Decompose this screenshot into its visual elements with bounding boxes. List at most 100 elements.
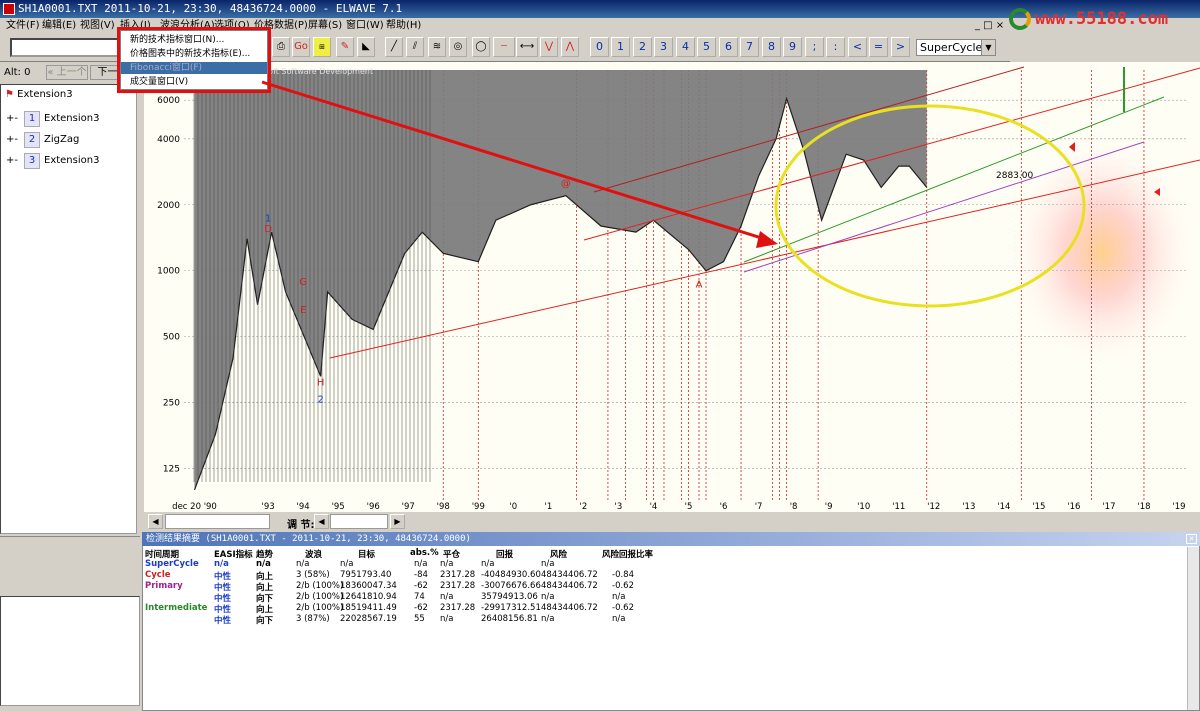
greater-than-button[interactable]: >: [891, 37, 910, 57]
table-cell-risk: 48434406.72: [541, 603, 598, 613]
col-header-ratio: 风险回报比率: [602, 550, 654, 560]
expand-icon[interactable]: +-: [6, 155, 18, 166]
time-tick-label: '19: [1172, 502, 1185, 512]
adjust-right-icon[interactable]: ▶: [390, 514, 405, 529]
wave-degree-4[interactable]: 4: [676, 37, 695, 57]
menu-window[interactable]: 窗口(W): [342, 18, 388, 34]
line-tool-icon[interactable]: ╱: [385, 37, 403, 57]
table-cell-risk: 48434406.72: [541, 581, 598, 591]
wave-degree-7[interactable]: 7: [740, 37, 759, 57]
colon-button[interactable]: :: [826, 37, 845, 57]
menu-item-new-indicator-window[interactable]: 新的技术指标窗口(N)...: [121, 34, 267, 46]
menu-screen[interactable]: 屏幕(S): [304, 18, 346, 34]
wave-degree-2[interactable]: 2: [633, 37, 652, 57]
semicolon-button[interactable]: ;: [805, 37, 824, 57]
wave-degree-5[interactable]: 5: [697, 37, 716, 57]
table-cell-target: 22028567.19: [340, 614, 397, 624]
menu-item-fibonacci-window[interactable]: Fibonacci窗口(F): [121, 62, 267, 74]
site-logo: www.55188.com: [1007, 5, 1197, 33]
table-cell-abs: -62: [414, 603, 428, 613]
less-than-button[interactable]: <: [848, 37, 867, 57]
ruler-icon[interactable]: ◣: [357, 37, 375, 57]
table-cell-close: 2317.28: [440, 603, 476, 613]
measure-icon[interactable]: ⟷: [516, 37, 538, 57]
parallel-lines-icon[interactable]: ⫽: [406, 37, 424, 57]
time-tick-label: '95: [332, 502, 345, 512]
equals-button[interactable]: =: [869, 37, 888, 57]
wave-degree-1[interactable]: 1: [611, 37, 630, 57]
channel-icon[interactable]: ≋: [428, 37, 446, 57]
table-cell-wave: 2/b (100%): [296, 581, 344, 591]
table-cell-ret: -30076676.66: [481, 581, 541, 591]
table-cell-abs: n/a: [414, 559, 428, 569]
time-tick-label: '6: [720, 502, 728, 512]
table-cell-trend: 向下: [256, 616, 274, 626]
wave-degree-8[interactable]: 8: [762, 37, 781, 57]
menu-item-volume-window[interactable]: 成交量窗口(V): [121, 76, 267, 88]
prev-button[interactable]: « 上一个: [46, 65, 88, 80]
panel-scrollbar[interactable]: [1187, 547, 1199, 710]
table-cell-risk: 48434406.72: [541, 570, 598, 580]
table-cell-target: 12641810.94: [340, 592, 397, 602]
dashed-line-icon[interactable]: ┄: [493, 37, 515, 57]
fan-icon[interactable]: ⋁: [540, 37, 558, 57]
wave-degree-3[interactable]: 3: [654, 37, 673, 57]
tree-item-number: 2: [24, 132, 40, 148]
table-cell-wave: n/a: [296, 559, 310, 569]
menu-edit[interactable]: 编辑(E): [38, 18, 80, 34]
window-title: SH1A0001.TXT 2011-10-21, 23:30, 48436724…: [18, 2, 403, 15]
wave-tool-icon[interactable]: ⊞: [313, 37, 331, 57]
wave-degree-9[interactable]: 9: [783, 37, 802, 57]
time-tick-label: '99: [472, 502, 485, 512]
tree-root-label: Extension3: [17, 89, 73, 100]
alt-label: Alt: 0: [4, 67, 31, 78]
wave-degree-select[interactable]: SuperCycle ▼: [916, 39, 996, 56]
table-cell-close: 2317.28: [440, 581, 476, 591]
tree-item-label: Extension3: [44, 155, 100, 166]
menu-view[interactable]: 视图(V): [76, 18, 119, 34]
tree-item-number: 3: [24, 153, 40, 169]
price-chart[interactable]: 1 D G E H 2 A @ 6000 4000 2000 1000 500 250 125 dec 2…: [144, 62, 1200, 512]
arc-icon[interactable]: ◯: [472, 37, 490, 57]
window-buttons[interactable]: _ □ ×: [975, 18, 1005, 34]
scroll-left-icon[interactable]: ◀: [148, 514, 163, 529]
bottom-left-list: [0, 596, 140, 706]
wave-degree-0[interactable]: 0: [590, 37, 609, 57]
table-cell-ratio: -0.62: [612, 581, 634, 591]
tree-root[interactable]: ⚑ Extension3: [5, 89, 73, 100]
wave-degree-6[interactable]: 6: [719, 37, 738, 57]
triangle-icon[interactable]: ⋀: [561, 37, 579, 57]
expand-icon[interactable]: +-: [6, 134, 18, 145]
table-cell-close: n/a: [440, 614, 454, 624]
time-axis: dec 20 '90 '93 '94 '95 '96 '97 '98 '99 '0 '1 '2 '3 '…: [172, 502, 1185, 512]
table-cell-risk: n/a: [541, 614, 555, 624]
time-tick-label: '9: [825, 502, 833, 512]
table-cell-wave: 2/b (100%): [296, 592, 344, 602]
circle-icon[interactable]: ◎: [449, 37, 467, 57]
adjust-slider[interactable]: [330, 514, 388, 529]
scroll-track[interactable]: [165, 514, 270, 529]
toolbar-input[interactable]: [10, 38, 120, 57]
go-icon[interactable]: Go: [292, 37, 310, 57]
time-tick-label: '98: [437, 502, 450, 512]
wave-label: 2: [317, 395, 323, 406]
price-tick-label: 250: [163, 399, 180, 409]
price-axis: 6000 4000 2000 1000 500 250 125: [157, 96, 180, 475]
adjust-left-icon[interactable]: ◀: [314, 514, 329, 529]
close-icon[interactable]: ✕: [1186, 534, 1197, 544]
table-cell-ratio: n/a: [612, 614, 626, 624]
table-cell-close: n/a: [440, 592, 454, 602]
chevron-down-icon[interactable]: ▼: [981, 40, 995, 55]
menu-item-new-indicator-in-chart[interactable]: 价格图表中的新技术指标(E)...: [121, 48, 267, 60]
table-cell-close: n/a: [440, 559, 454, 569]
wave-label: @: [561, 179, 571, 190]
table-cell-ratio: -0.84: [612, 570, 634, 580]
menu-help[interactable]: 帮助(H): [382, 18, 425, 34]
expand-icon[interactable]: +-: [6, 113, 18, 124]
time-tick-label: '17: [1102, 502, 1115, 512]
table-cell-ret: -40484930.60: [481, 570, 541, 580]
adjust-label: 调 节:: [287, 520, 315, 531]
pencil-icon[interactable]: ✎: [336, 37, 354, 57]
table-cell-risk: n/a: [541, 559, 555, 569]
print-icon[interactable]: ⎙: [272, 37, 290, 57]
